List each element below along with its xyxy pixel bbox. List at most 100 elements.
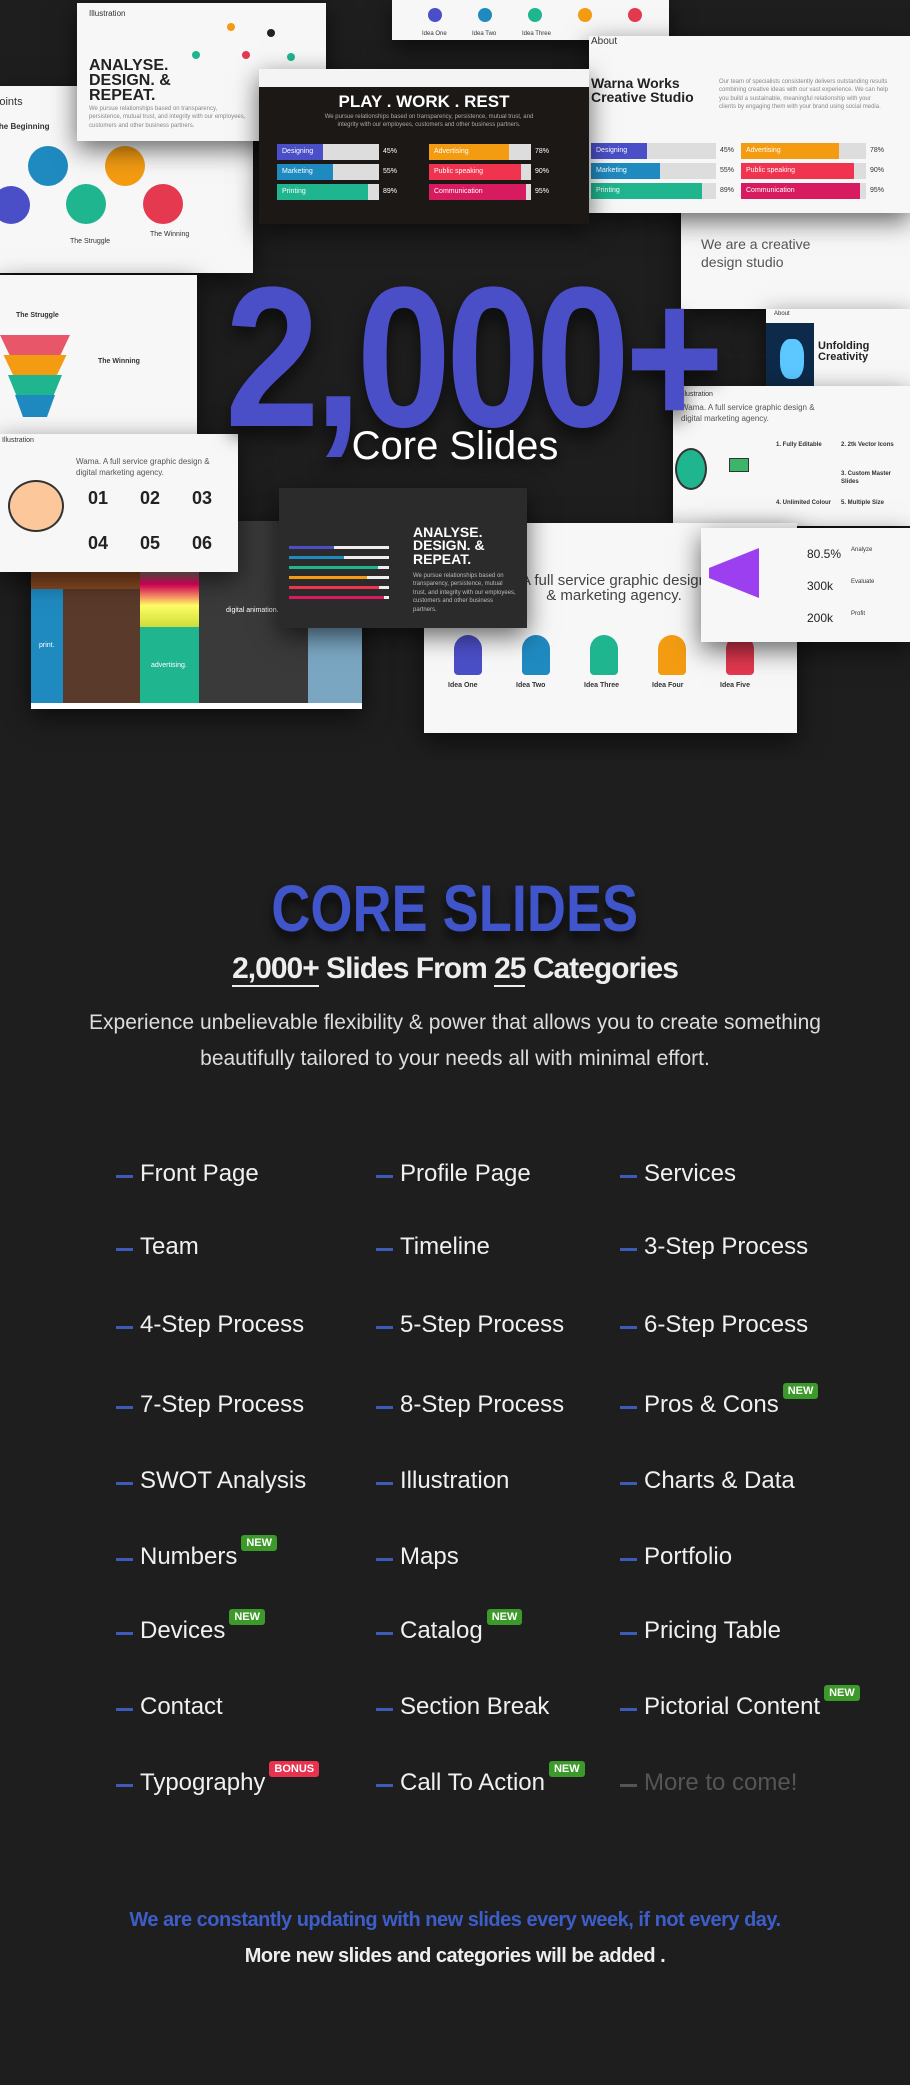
category-label: 4-Step Process xyxy=(140,1311,305,1338)
head-icon xyxy=(454,635,482,675)
category-item: Typography BONUS xyxy=(116,1761,320,1797)
category-item: Maps xyxy=(376,1543,459,1571)
category-item: Pricing Table xyxy=(620,1617,781,1645)
new-badge: NEW xyxy=(241,1535,278,1551)
skill-percent: 45% xyxy=(383,148,398,155)
skill-label: Designing xyxy=(591,143,648,159)
category-label: Timeline xyxy=(400,1233,490,1260)
category-label: Front Page xyxy=(140,1160,259,1187)
skill-line xyxy=(289,596,389,599)
category-item: Catalog NEW xyxy=(376,1609,523,1645)
dash-icon xyxy=(376,1783,393,1787)
idea-label: Idea Four xyxy=(652,682,684,689)
idea-label: Idea Two xyxy=(516,682,546,689)
skill-label: Designing xyxy=(277,144,323,160)
skill-bar: Communication xyxy=(741,183,866,199)
section-title: CORE SLIDES xyxy=(271,871,639,945)
dash-icon xyxy=(620,1247,637,1251)
dash-icon xyxy=(116,1174,133,1178)
dash-icon xyxy=(620,1707,637,1711)
section-description: Experience unbelievable flexibility & po… xyxy=(89,1011,821,1070)
skill-label: Marketing xyxy=(591,163,660,179)
skill-label: Public speaking xyxy=(429,164,521,180)
skill-bar: Designing xyxy=(591,143,716,159)
category-item: Services xyxy=(620,1160,736,1188)
dash-icon xyxy=(116,1325,133,1329)
skill-line xyxy=(289,546,389,549)
slide-dark-analyse: ANALYSE. DESIGN. & REPEAT. We pursue rel… xyxy=(279,488,527,628)
idea-label: Idea Five xyxy=(720,682,750,689)
category-item: Illustration xyxy=(376,1467,509,1495)
skill-bar: Public speaking xyxy=(429,164,531,180)
new-badge: NEW xyxy=(782,1383,819,1399)
category-label: Devices xyxy=(140,1617,226,1644)
dash-icon xyxy=(376,1631,393,1635)
skill-percent: 89% xyxy=(720,187,735,194)
dash-icon xyxy=(620,1631,637,1635)
category-item: 7-Step Process xyxy=(116,1391,304,1419)
skill-bar: Marketing xyxy=(591,163,716,179)
skill-label: Printing xyxy=(277,184,368,200)
category-item: SWOT Analysis xyxy=(116,1467,306,1495)
dash-icon xyxy=(116,1481,133,1485)
dash-icon xyxy=(116,1707,133,1711)
dash-icon xyxy=(376,1247,393,1251)
category-item: 8-Step Process xyxy=(376,1391,564,1419)
category-item: Call To Action NEW xyxy=(376,1761,585,1797)
brain-icon xyxy=(8,480,64,532)
skill-percent: 45% xyxy=(720,147,735,154)
skill-label: Printing xyxy=(591,183,703,199)
category-item: Contact xyxy=(116,1693,223,1721)
category-item: Profile Page xyxy=(376,1160,531,1188)
category-label: Catalog xyxy=(400,1617,483,1644)
category-label: Profile Page xyxy=(400,1160,531,1187)
skill-percent: 95% xyxy=(535,188,550,195)
slide-stats: 80.5% Analyze 300k Evaluate 200k Profit xyxy=(701,528,910,642)
category-label: Team xyxy=(140,1233,199,1260)
new-badge: NEW xyxy=(229,1609,266,1625)
category-label: Portfolio xyxy=(644,1543,733,1570)
dash-icon xyxy=(116,1631,133,1635)
skill-label: Communication xyxy=(741,183,860,199)
dash-icon xyxy=(376,1174,393,1178)
dash-icon xyxy=(116,1783,133,1787)
category-item: 3-Step Process xyxy=(620,1233,808,1261)
megaphone-icon xyxy=(709,548,759,598)
category-item: 5-Step Process xyxy=(376,1311,564,1339)
head-icon xyxy=(522,635,550,675)
category-label: Pricing Table xyxy=(644,1617,781,1644)
category-item: Pictorial Content NEW xyxy=(620,1685,860,1721)
dash-icon xyxy=(620,1174,637,1178)
skill-label: Advertising xyxy=(429,144,509,160)
category-label: Numbers xyxy=(140,1543,238,1570)
lightbulb-icon xyxy=(780,339,804,379)
skill-percent: 78% xyxy=(870,147,885,154)
category-item: Team xyxy=(116,1233,199,1261)
skill-bar: Printing xyxy=(277,184,379,200)
skill-percent: 95% xyxy=(870,187,885,194)
category-label: Typography xyxy=(140,1769,266,1796)
category-label: Contact xyxy=(140,1693,223,1720)
skill-bar: Marketing xyxy=(277,164,379,180)
category-label: SWOT Analysis xyxy=(140,1467,307,1494)
head-icon xyxy=(590,635,618,675)
dash-icon xyxy=(620,1405,637,1409)
skill-line xyxy=(289,556,389,559)
dash-icon xyxy=(620,1325,637,1329)
category-item: 6-Step Process xyxy=(620,1311,808,1339)
category-item: Numbers NEW xyxy=(116,1535,278,1571)
category-item: 4-Step Process xyxy=(116,1311,304,1339)
section-subtitle: 2,000+ Slides From 25 Categories xyxy=(232,952,679,987)
dash-icon xyxy=(376,1481,393,1485)
category-item: More to come! xyxy=(620,1769,797,1797)
category-label: 3-Step Process xyxy=(644,1233,809,1260)
skill-bar: Printing xyxy=(591,183,716,199)
skill-bar: Designing xyxy=(277,144,379,160)
dash-icon xyxy=(376,1325,393,1329)
category-label: 5-Step Process xyxy=(400,1311,565,1338)
idea-label: Idea One xyxy=(448,682,478,689)
category-label: Pros & Cons xyxy=(644,1391,779,1418)
idea-label: Idea Three xyxy=(584,682,620,689)
slide-warna: About Warna Works Creative Studio Our te… xyxy=(589,36,910,213)
category-item: Timeline xyxy=(376,1233,490,1261)
